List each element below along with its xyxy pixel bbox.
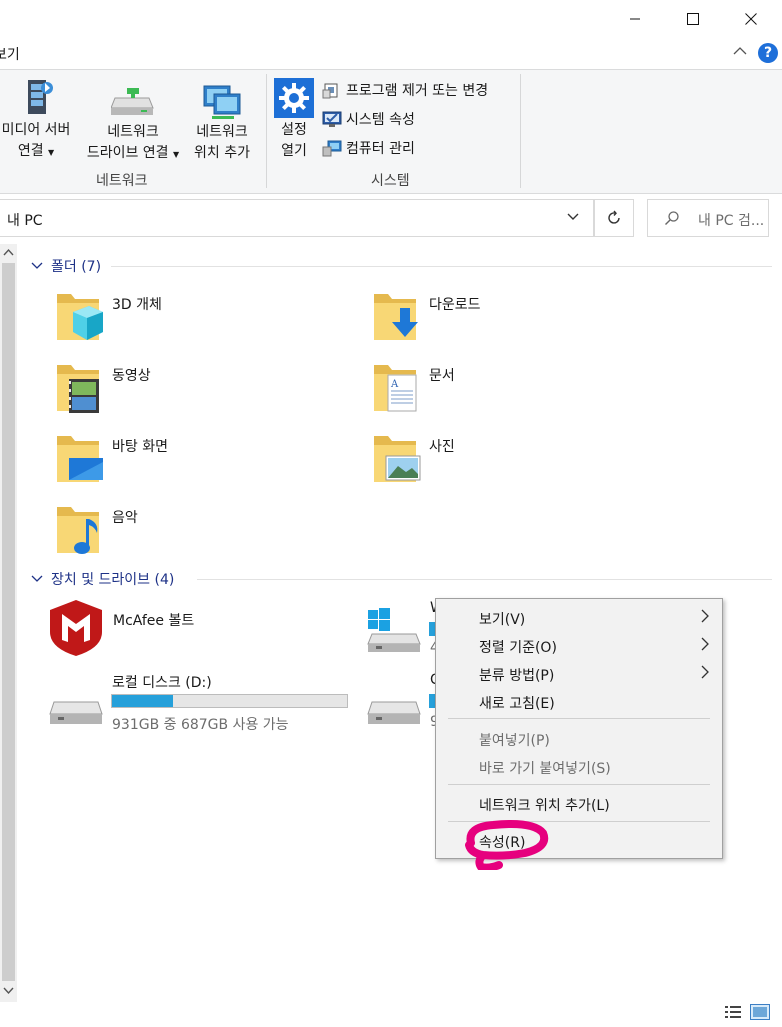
ribbon: 미디어 서버 연결 ▼ 네트워크 드라이브 연결 ▼ 네트워크 위치 추가 네트… [0, 69, 782, 194]
section-divider [111, 266, 772, 267]
system-properties-icon [322, 111, 342, 127]
details-view-icon[interactable] [724, 1004, 742, 1020]
hard-drive-icon [367, 701, 421, 724]
maximize-icon [687, 13, 699, 25]
desktop-folder-icon [57, 436, 103, 482]
add-network-location-button[interactable]: 네트워크 위치 추가 [186, 76, 258, 164]
open-settings-button[interactable]: 설정 열기 [270, 76, 318, 162]
mcafee-shield-icon [50, 600, 102, 656]
minimize-button[interactable] [606, 0, 664, 38]
chevron-down-icon [31, 575, 43, 582]
minimize-icon [630, 18, 640, 20]
dropdown-arrow-icon: ▼ [48, 148, 55, 157]
media-server-icon [28, 80, 53, 114]
ribbon-separator [520, 74, 521, 188]
network-group-label: 네트워크 [96, 173, 148, 189]
computer-management-button[interactable]: 컴퓨터 관리 [322, 135, 415, 161]
scroll-up-icon[interactable] [2, 248, 15, 258]
map-network-drive-button[interactable]: 네트워크 드라이브 연결 ▼ [78, 76, 188, 165]
menu-item-add-network-location[interactable]: 네트워크 위치 추가(L) [479, 795, 610, 815]
close-icon [745, 13, 757, 25]
uninstall-program-button[interactable]: 프로그램 제거 또는 변경 [322, 77, 488, 103]
ribbon-separator [266, 74, 267, 188]
drive-item-windows[interactable]: W 4 [366, 600, 444, 662]
help-icon: ? [763, 45, 773, 61]
drive-item-mcafee[interactable]: McAfee 볼트 [48, 598, 348, 662]
system-group-label: 시스템 [371, 173, 410, 189]
downloads-folder-icon [374, 294, 418, 340]
drive-usage-fill [112, 695, 174, 707]
folder-item-pictures[interactable]: 사진 [370, 432, 670, 496]
close-button[interactable] [722, 0, 780, 38]
documents-folder-icon: A [374, 365, 417, 412]
3d-objects-folder-icon [57, 294, 103, 340]
menu-separator [448, 718, 710, 719]
search-icon [665, 211, 679, 225]
scrollbar-thumb[interactable] [2, 263, 15, 981]
folder-item-documents[interactable]: A 문서 [370, 361, 670, 425]
drive-item-other[interactable]: C 9 [366, 670, 440, 734]
hard-drive-icon [49, 701, 103, 724]
drive-item-local-disk-d[interactable]: 로컬 디스크 (D:) 931GB 중 687GB 사용 가능 [48, 670, 368, 734]
view-switcher [724, 1004, 770, 1020]
music-folder-icon [57, 507, 99, 554]
menu-item-refresh[interactable]: 새로 고침(E) [479, 693, 555, 713]
large-icons-view-icon[interactable] [750, 1004, 770, 1020]
menu-item-paste[interactable]: 붙여넣기(P) [479, 730, 550, 750]
windows-drive-icon [367, 608, 421, 652]
folder-item-desktop[interactable]: 바탕 화면 [53, 432, 353, 496]
collapse-ribbon-icon[interactable] [733, 46, 747, 56]
pictures-folder-icon [374, 436, 421, 482]
section-divider [197, 579, 772, 580]
gear-icon [274, 78, 314, 118]
network-drive-icon [111, 88, 154, 115]
folders-section-header[interactable]: 폴더 (7) [31, 254, 772, 278]
address-history-dropdown-icon[interactable] [567, 212, 579, 222]
refresh-icon [608, 210, 620, 224]
dropdown-arrow-icon: ▼ [173, 150, 180, 159]
menu-item-view[interactable]: 보기(V) [479, 609, 525, 629]
system-properties-button[interactable]: 시스템 속성 [322, 106, 415, 132]
submenu-arrow-icon [701, 609, 709, 623]
search-box[interactable]: 내 PC 검... [647, 199, 769, 237]
tab-view[interactable]: 보기 [0, 44, 20, 64]
scroll-down-icon[interactable] [2, 986, 15, 996]
drive-usage-bar [111, 694, 348, 708]
maximize-button[interactable] [664, 0, 722, 38]
submenu-arrow-icon [701, 665, 709, 679]
submenu-arrow-icon [701, 637, 709, 651]
menu-item-paste-shortcut[interactable]: 바로 가기 붙여넣기(S) [479, 758, 611, 778]
folder-item-3d-objects[interactable]: 3D 개체 [53, 290, 353, 354]
svg-text:A: A [390, 379, 399, 390]
address-bar[interactable]: 내 PC [0, 199, 594, 237]
search-placeholder: 내 PC 검... [698, 213, 765, 229]
videos-folder-icon [57, 365, 99, 413]
network-location-icon [203, 85, 241, 119]
vertical-scrollbar[interactable] [0, 244, 17, 1002]
menu-separator [448, 784, 710, 785]
help-button[interactable]: ? [758, 43, 778, 63]
highlight-annotation [465, 820, 549, 870]
devices-section-header[interactable]: 장치 및 드라이브 (4) [31, 567, 772, 591]
refresh-button[interactable] [594, 199, 634, 237]
uninstall-icon [322, 83, 338, 99]
menu-item-group-by[interactable]: 분류 방법(P) [479, 665, 554, 685]
media-server-button[interactable]: 미디어 서버 연결 ▼ [0, 76, 80, 163]
folder-item-music[interactable]: 음악 [53, 503, 353, 567]
chevron-down-icon [31, 262, 43, 269]
computer-management-icon [322, 140, 342, 157]
folder-item-videos[interactable]: 동영상 [53, 361, 353, 425]
menu-item-sort-by[interactable]: 정렬 기준(O) [479, 637, 557, 657]
address-path[interactable]: 내 PC [7, 210, 43, 230]
ribbon-tab-row: 보기 [0, 38, 782, 69]
folder-item-downloads[interactable]: 다운로드 [370, 290, 670, 354]
